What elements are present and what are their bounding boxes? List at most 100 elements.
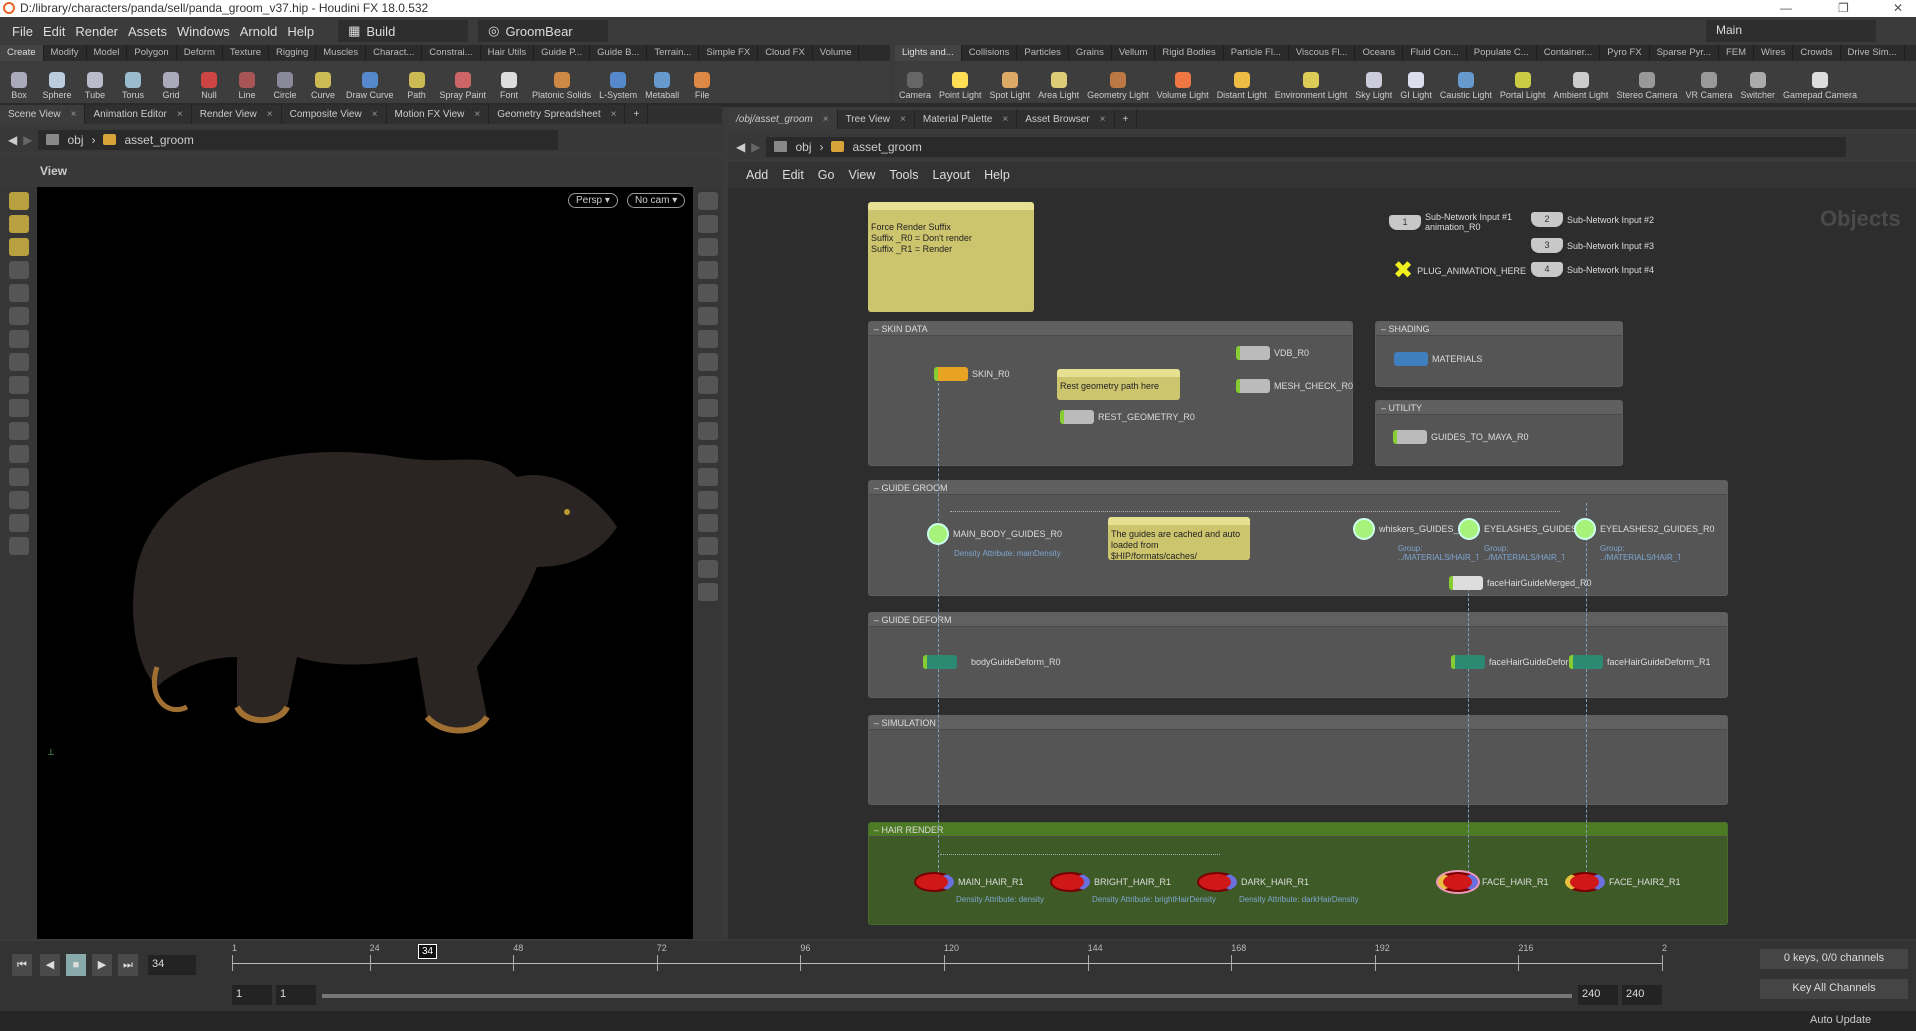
menu-help[interactable]: Help bbox=[287, 24, 314, 39]
shelf-tab-cloud-fx[interactable]: Cloud FX bbox=[758, 45, 813, 61]
shelf-tab-oceans[interactable]: Oceans bbox=[1355, 45, 1404, 61]
play-button[interactable]: ▶ bbox=[92, 954, 112, 976]
node-whiskers-guides[interactable]: whiskers_GUIDES_R1 bbox=[1353, 518, 1470, 540]
shelf-tab-fem[interactable]: FEM bbox=[1719, 45, 1755, 61]
subnet-input-2[interactable]: 2 Sub-Network Input #2 bbox=[1531, 212, 1654, 227]
auto-update-menu[interactable]: Auto Update bbox=[1810, 1014, 1871, 1026]
node-main-hair[interactable]: MAIN_HAIR_R1 bbox=[914, 872, 1024, 892]
tool-path[interactable]: Path bbox=[398, 72, 436, 103]
tab-animation-editor[interactable]: Animation Editor × bbox=[85, 105, 192, 124]
keys-channels-display[interactable]: 0 keys, 0/0 channels bbox=[1760, 949, 1908, 969]
tool-camera[interactable]: Camera bbox=[895, 72, 935, 103]
node-bright-hair[interactable]: BRIGHT_HAIR_R1 bbox=[1050, 872, 1171, 892]
minimize-button[interactable]: — bbox=[1780, 0, 1792, 17]
menu-go[interactable]: Go bbox=[818, 168, 835, 182]
tool-grid[interactable]: Grid bbox=[152, 72, 190, 103]
subnet-input-1[interactable]: 1 Sub-Network Input #1 animation_R0 bbox=[1389, 212, 1512, 232]
node-dark-hair[interactable]: DARK_HAIR_R1 bbox=[1197, 872, 1309, 892]
tool-spray-paint[interactable]: Spray Paint bbox=[436, 72, 491, 103]
shelf-tab-polygon[interactable]: Polygon bbox=[127, 45, 177, 61]
node-mesh-check[interactable]: MESH_CHECK_R0 bbox=[1236, 379, 1353, 393]
tool-tube[interactable]: Tube bbox=[76, 72, 114, 103]
node-skin[interactable]: SKIN_R0 bbox=[934, 367, 1010, 381]
subnet-input-4[interactable]: 4 Sub-Network Input #4 bbox=[1531, 262, 1654, 277]
maximize-button[interactable]: ❐ bbox=[1838, 0, 1849, 17]
shelf-tab-viscous-fl-[interactable]: Viscous Fl... bbox=[1289, 45, 1356, 61]
range-end2-field[interactable]: 240 bbox=[1622, 985, 1662, 1005]
shelf-tab-sparse-pyr-[interactable]: Sparse Pyr... bbox=[1650, 45, 1719, 61]
menu-help[interactable]: Help bbox=[984, 168, 1010, 182]
tab-network-editor[interactable]: /obj/asset_groom × bbox=[728, 110, 838, 129]
tool-platonic-solids[interactable]: Platonic Solids bbox=[528, 72, 595, 103]
stop-button[interactable]: ■ bbox=[66, 954, 86, 976]
scene-viewport[interactable]: Persp ▾ No cam ▾ ⊥ bbox=[37, 187, 693, 939]
tool-font[interactable]: Font bbox=[490, 72, 528, 103]
shelf-tab-volume[interactable]: Volume bbox=[813, 45, 860, 61]
tab-tree-view[interactable]: Tree View × bbox=[838, 110, 915, 129]
null-node-plug-animation[interactable]: ✖ PLUG_ANIMATION_HERE bbox=[1393, 256, 1526, 285]
add-tab-button[interactable]: + bbox=[625, 105, 649, 124]
menu-edit[interactable]: Edit bbox=[782, 168, 804, 182]
shelf-tab-populate-c-[interactable]: Populate C... bbox=[1467, 45, 1537, 61]
network-editor[interactable]: Objects Force Render Suffix Suffix _R0 = … bbox=[728, 188, 1916, 939]
menu-edit[interactable]: Edit bbox=[43, 24, 65, 39]
tool-volume-light[interactable]: Volume Light bbox=[1153, 72, 1213, 103]
key-all-channels-button[interactable]: Key All Channels bbox=[1760, 979, 1908, 999]
tool-circle[interactable]: Circle bbox=[266, 72, 304, 103]
tool-l-system[interactable]: L-System bbox=[595, 72, 641, 103]
shelf-tab-fluid-con-[interactable]: Fluid Con... bbox=[1403, 45, 1467, 61]
shelf-tab-particles[interactable]: Particles bbox=[1017, 45, 1069, 61]
menu-view[interactable]: View bbox=[848, 168, 875, 182]
shelf-tab-wires[interactable]: Wires bbox=[1754, 45, 1794, 61]
sticky-note-render-suffix[interactable]: Force Render Suffix Suffix _R0 = Don't re… bbox=[868, 202, 1034, 312]
tab-asset-browser[interactable]: Asset Browser × bbox=[1017, 110, 1115, 129]
tool-spot-light[interactable]: Spot Light bbox=[986, 72, 1035, 103]
menu-layout[interactable]: Layout bbox=[933, 168, 971, 182]
current-frame-field[interactable]: 34 bbox=[148, 955, 196, 975]
tab-material-palette[interactable]: Material Palette × bbox=[915, 110, 1018, 129]
tool-draw-curve[interactable]: Draw Curve bbox=[342, 72, 398, 103]
shelf-tab-muscles[interactable]: Muscles bbox=[316, 45, 367, 61]
jump-start-button[interactable]: ⏮ bbox=[12, 954, 32, 976]
shelf-tab-model[interactable]: Model bbox=[87, 45, 128, 61]
tool-stereo-camera[interactable]: Stereo Camera bbox=[1612, 72, 1681, 103]
menu-assets[interactable]: Assets bbox=[128, 24, 167, 39]
back-icon[interactable]: ◀ bbox=[8, 133, 17, 147]
tool-distant-light[interactable]: Distant Light bbox=[1213, 72, 1271, 103]
range-start2-field[interactable]: 1 bbox=[276, 985, 316, 1005]
tab-motion-fx-view[interactable]: Motion FX View × bbox=[387, 105, 490, 124]
back-icon[interactable]: ◀ bbox=[736, 140, 745, 154]
camera-menu[interactable]: No cam ▾ bbox=[627, 193, 686, 208]
node-body-guide-deform[interactable]: bodyGuideDeform_R0 bbox=[923, 655, 1061, 669]
shelf-tab-texture[interactable]: Texture bbox=[223, 45, 270, 61]
tool-gi-light[interactable]: GI Light bbox=[1396, 72, 1436, 103]
shelf-tab-create[interactable]: Create bbox=[0, 45, 44, 61]
menu-add[interactable]: Add bbox=[746, 168, 768, 182]
shelf-tab-grains[interactable]: Grains bbox=[1069, 45, 1112, 61]
forward-icon[interactable]: ▶ bbox=[23, 133, 32, 147]
shelf-tab-deform[interactable]: Deform bbox=[177, 45, 223, 61]
shelf-tab-drive-sim-[interactable]: Drive Sim... bbox=[1841, 45, 1905, 61]
tool-vr-camera[interactable]: VR Camera bbox=[1681, 72, 1736, 103]
tool-metaball[interactable]: Metaball bbox=[641, 72, 683, 103]
main-selector[interactable]: Main bbox=[1706, 20, 1876, 42]
sticky-note-guides-cache[interactable]: The guides are cached and auto loaded fr… bbox=[1108, 517, 1250, 561]
range-end-field[interactable]: 240 bbox=[1578, 985, 1618, 1005]
sticky-note-rest-geometry[interactable]: Rest geometry path here bbox=[1057, 369, 1180, 400]
shelf-tab-constrai-[interactable]: Constrai... bbox=[422, 45, 481, 61]
tool-null[interactable]: Null bbox=[190, 72, 228, 103]
shelf-tab-container-[interactable]: Container... bbox=[1537, 45, 1601, 61]
node-face-guide-deform-r1[interactable]: faceHairGuideDeform_R1 bbox=[1569, 655, 1711, 669]
tool-curve[interactable]: Curve bbox=[304, 72, 342, 103]
forward-icon[interactable]: ▶ bbox=[751, 140, 760, 154]
frame-marker[interactable]: 34 bbox=[418, 944, 438, 959]
menu-render[interactable]: Render bbox=[75, 24, 118, 39]
shelf-tab-charact-[interactable]: Charact... bbox=[366, 45, 423, 61]
timeline-scrubber[interactable] bbox=[232, 963, 1662, 964]
tool-box[interactable]: Box bbox=[0, 72, 38, 103]
desktop-selector[interactable]: ▦ Build bbox=[338, 20, 469, 42]
menu-tools[interactable]: Tools bbox=[889, 168, 918, 182]
node-materials[interactable]: MATERIALS bbox=[1394, 352, 1482, 366]
shelf-tab-lights-and-[interactable]: Lights and... bbox=[895, 45, 962, 61]
shelf-tab-vellum[interactable]: Vellum bbox=[1112, 45, 1156, 61]
